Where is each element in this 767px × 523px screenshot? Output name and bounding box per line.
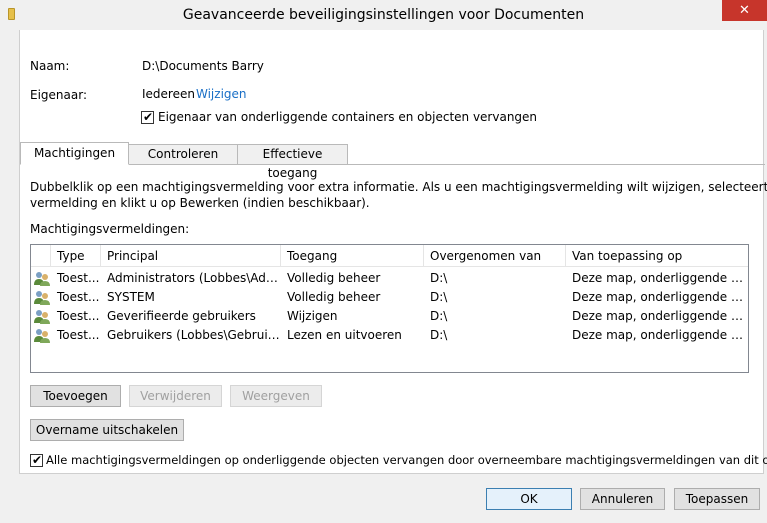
cell-inherited: D:\	[430, 328, 448, 342]
cell-inherited: D:\	[430, 290, 448, 304]
cell-access: Wijzigen	[287, 309, 338, 323]
replace-owner-label: Eigenaar van onderliggende containers en…	[158, 110, 538, 124]
cell-type: Toest...	[57, 309, 100, 323]
tab-permissions[interactable]: Machtigingen	[20, 142, 129, 165]
table-row[interactable]: Toest... Geverifieerde gebruikers Wijzig…	[31, 307, 748, 326]
users-icon	[34, 310, 50, 324]
column-access[interactable]: Toegang	[281, 245, 424, 267]
view-button[interactable]: Weergeven	[230, 385, 322, 407]
tab-effective-access[interactable]: Effectieve toegang	[237, 144, 348, 180]
tab-divider	[20, 164, 765, 165]
name-label: Naam:	[30, 59, 70, 73]
add-button[interactable]: Toevoegen	[30, 385, 121, 407]
dialog-body: Naam: D:\Documents Barry Eigenaar: Ieder…	[19, 30, 767, 474]
icon-column-header	[31, 245, 51, 267]
cell-principal: Gebruikers (Lobbes\Gebruikers)	[107, 328, 281, 342]
permission-entries-list[interactable]: Type Principal Toegang Overgenomen van V…	[30, 244, 749, 373]
checkmark-icon: ✔	[32, 453, 43, 467]
apply-button[interactable]: Toepassen	[674, 488, 760, 510]
users-icon	[34, 291, 50, 305]
cell-principal: Geverifieerde gebruikers	[107, 309, 256, 323]
table-row[interactable]: Toest... Administrators (Lobbes\Admi... …	[31, 269, 748, 288]
window-title: Geavanceerde beveiligingsinstellingen vo…	[182, 7, 585, 23]
cell-applies: Deze map, onderliggende map...	[572, 290, 748, 304]
cell-access: Volledig beheer	[287, 290, 381, 304]
list-header: Type Principal Toegang Overgenomen van V…	[31, 245, 748, 267]
replace-child-permissions-checkbox[interactable]: ✔	[30, 453, 43, 467]
title-bar: Geavanceerde beveiligingsinstellingen vo…	[0, 0, 767, 30]
disable-inheritance-button[interactable]: Overname uitschakelen	[30, 419, 184, 441]
entries-label: Machtigingsvermeldingen:	[30, 222, 190, 236]
close-button[interactable]: ✕	[722, 0, 767, 21]
users-icon	[34, 329, 50, 343]
instructions-line-1: Dubbelklik op een machtigingsvermelding …	[30, 180, 767, 194]
column-type[interactable]: Type	[51, 245, 101, 267]
cell-inherited: D:\	[430, 271, 448, 285]
ok-button[interactable]: OK	[486, 488, 572, 510]
cell-inherited: D:\	[430, 309, 448, 323]
owner-value: Iedereen	[142, 87, 195, 101]
tab-strip: Machtigingen Controleren Effectieve toeg…	[20, 142, 765, 180]
checkmark-icon: ✔	[143, 110, 154, 124]
cell-access: Lezen en uitvoeren	[287, 328, 402, 342]
users-icon	[34, 272, 50, 286]
name-value: D:\Documents Barry	[142, 59, 264, 73]
table-row[interactable]: Toest... SYSTEM Volledig beheer D:\ Deze…	[31, 288, 748, 307]
cell-access: Volledig beheer	[287, 271, 381, 285]
cell-principal: SYSTEM	[107, 290, 155, 304]
tab-auditing[interactable]: Controleren	[128, 144, 238, 165]
replace-child-permissions-label: Alle machtigingsvermeldingen op onderlig…	[46, 453, 767, 467]
cell-principal: Administrators (Lobbes\Admi...	[107, 271, 281, 285]
change-owner-link[interactable]: Wijzigen	[196, 87, 247, 101]
remove-button[interactable]: Verwijderen	[129, 385, 222, 407]
cell-type: Toest...	[57, 328, 100, 342]
column-inherited-from[interactable]: Overgenomen van	[424, 245, 566, 267]
cell-type: Toest...	[57, 290, 100, 304]
cell-type: Toest...	[57, 271, 100, 285]
column-principal[interactable]: Principal	[101, 245, 281, 267]
replace-owner-checkbox[interactable]: ✔	[141, 110, 154, 124]
instructions-line-2: vermelding en klikt u op Bewerken (indie…	[30, 196, 370, 210]
column-applies-to[interactable]: Van toepassing op	[566, 245, 748, 267]
cell-applies: Deze map, onderliggende map...	[572, 271, 748, 285]
owner-label: Eigenaar:	[30, 88, 87, 102]
cancel-button[interactable]: Annuleren	[580, 488, 665, 510]
cell-applies: Deze map, onderliggende map...	[572, 328, 748, 342]
cell-applies: Deze map, onderliggende map...	[572, 309, 748, 323]
table-row[interactable]: Toest... Gebruikers (Lobbes\Gebruikers) …	[31, 326, 748, 345]
